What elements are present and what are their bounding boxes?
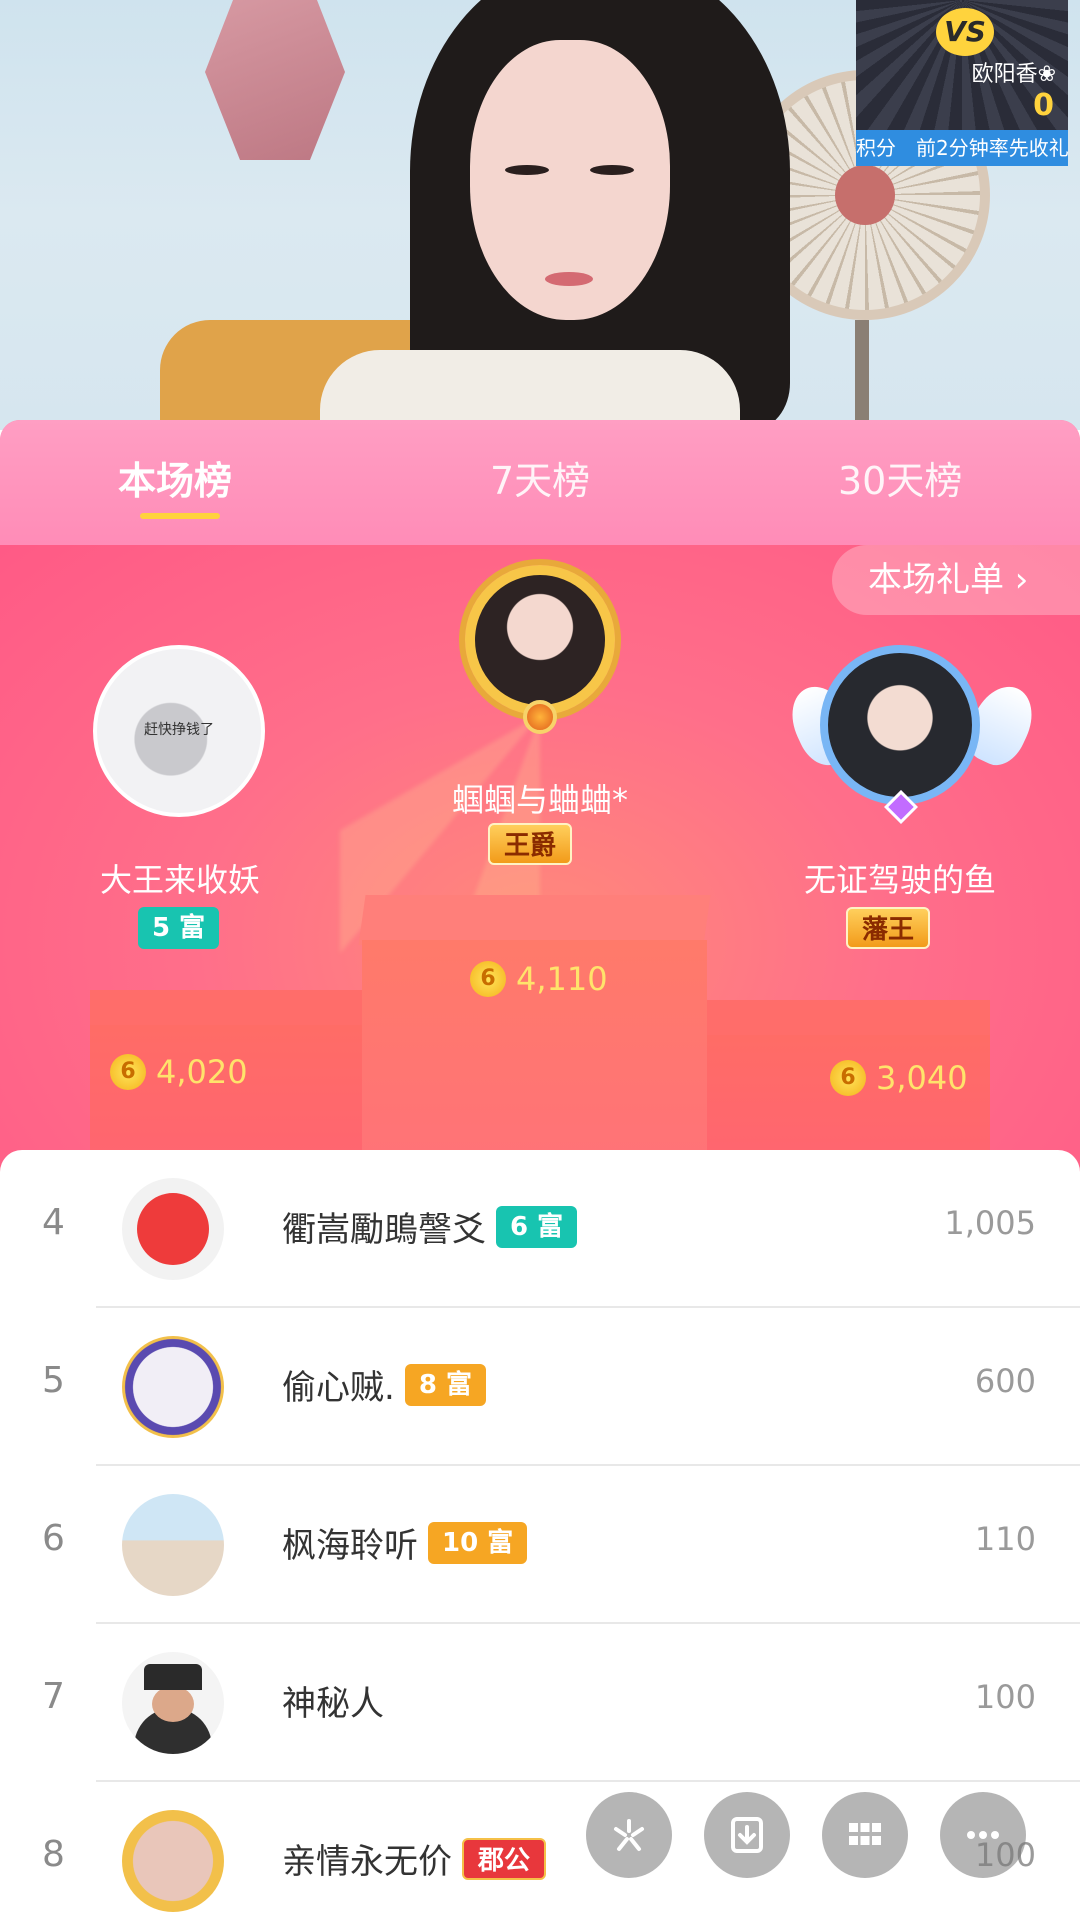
list-value: 1,005 xyxy=(944,1204,1036,1242)
more-icon xyxy=(967,1831,999,1839)
tab-30-days[interactable]: 30天榜 xyxy=(838,450,962,505)
streamer-lips xyxy=(545,272,593,286)
list-rank: 6 xyxy=(42,1518,65,1559)
third-place-name: 无证驾驶的鱼 xyxy=(803,861,996,899)
list-value: 600 xyxy=(974,1362,1036,1400)
second-place-score-value: 4,020 xyxy=(156,1053,248,1091)
second-place-wealth-badge: 5 富 xyxy=(138,907,220,949)
second-place-score: 6 4,020 xyxy=(110,1053,248,1091)
second-place-name: 大王来收妖 xyxy=(99,861,260,899)
list-item[interactable]: 5 偷心贼. 8 富 600 xyxy=(0,1308,1080,1466)
podium-3-top xyxy=(705,1000,990,1040)
list-item[interactable]: 7 神秘人 100 xyxy=(0,1624,1080,1782)
avatar[interactable] xyxy=(122,1494,224,1596)
list-user: 枫海聆听 10 富 xyxy=(282,1518,528,1567)
ranking-list[interactable]: 4 衢嵩勵鴡謦爻 6 富 1,005 5 偷心贼. 8 富 600 6 枫海聆听… xyxy=(0,1150,1080,1920)
fan-center xyxy=(835,165,895,225)
streamer-eye-right xyxy=(590,165,634,175)
fan-pole xyxy=(855,320,869,430)
list-user: 亲情永无价 郡公 xyxy=(282,1834,547,1883)
first-place-score: 6 4,110 xyxy=(470,960,608,998)
avatar-hat xyxy=(144,1664,202,1690)
list-user: 衢嵩勵鴡謦爻 6 富 xyxy=(282,1202,578,1251)
streamer-shirt xyxy=(320,350,740,430)
vs-ticker: 积分 前2分钟率先收礼 xyxy=(856,130,1068,166)
third-place-score: 6 3,040 xyxy=(830,1059,968,1097)
avatar-caption: 赶快挣钱了 xyxy=(144,722,214,738)
list-username: 神秘人 xyxy=(282,1684,384,1724)
wealth-badge: 6 富 xyxy=(496,1205,578,1248)
vs-ticker-text: 积分 前2分钟率先收礼 xyxy=(856,136,1068,160)
avatar-face xyxy=(137,1193,209,1265)
list-item[interactable]: 4 衢嵩勵鴡謦爻 6 富 1,005 xyxy=(0,1150,1080,1308)
avatar[interactable] xyxy=(122,1810,224,1912)
apps-button[interactable] xyxy=(822,1792,908,1878)
vs-battle-panel[interactable]: VS 欧阳香❀ 0 积分 前2分钟率先收礼 xyxy=(856,0,1068,166)
list-username: 衢嵩勵鴡謦爻 xyxy=(282,1210,486,1250)
wall-decoration xyxy=(205,0,345,160)
tab-7-days[interactable]: 7天榜 xyxy=(490,450,590,505)
list-value: 100 xyxy=(974,1678,1036,1716)
gift-list-button[interactable]: 本场礼单 › xyxy=(832,545,1080,615)
first-place-rank-badge: 王爵 xyxy=(488,823,573,865)
download-icon xyxy=(731,1817,763,1853)
avatar-third-place[interactable] xyxy=(820,645,980,805)
vs-badge: VS xyxy=(936,8,994,56)
list-user: 偷心贼. 8 富 xyxy=(282,1360,486,1409)
wealth-badge: 8 富 xyxy=(404,1363,486,1406)
avatar-head xyxy=(152,1686,194,1722)
share-button[interactable] xyxy=(586,1792,672,1878)
list-rank: 8 xyxy=(42,1834,65,1875)
avatar-first-place[interactable] xyxy=(465,565,615,715)
opponent-score: 0 xyxy=(1033,88,1054,123)
avatar[interactable] xyxy=(122,1336,224,1438)
grid-icon xyxy=(849,1823,881,1845)
download-button[interactable] xyxy=(704,1792,790,1878)
podium-2-top xyxy=(90,990,365,1030)
more-button[interactable] xyxy=(940,1792,1026,1878)
coin-icon: 6 xyxy=(830,1060,866,1096)
ranking-tabs: 本场榜 7天榜 30天榜 xyxy=(0,420,1080,545)
first-place-score-value: 4,110 xyxy=(516,960,608,998)
mystery-user-avatar[interactable] xyxy=(122,1652,224,1754)
first-place-name: 蝈蝈与蛐蛐* xyxy=(451,781,628,819)
active-tab-indicator xyxy=(140,513,220,519)
share-icon xyxy=(614,1819,644,1851)
list-username: 枫海聆听 xyxy=(282,1526,418,1566)
list-item[interactable]: 6 枫海聆听 10 富 110 xyxy=(0,1466,1080,1624)
crown-gem-icon xyxy=(523,700,557,734)
list-rank: 4 xyxy=(42,1202,65,1243)
third-place-score-value: 3,040 xyxy=(876,1059,968,1097)
coin-icon: 6 xyxy=(470,961,506,997)
list-username: 亲情永无价 xyxy=(282,1842,452,1882)
list-user: 神秘人 xyxy=(282,1676,384,1725)
list-username: 偷心贼. xyxy=(282,1368,395,1408)
avatar[interactable] xyxy=(122,1178,224,1280)
live-video-feed: VS 欧阳香❀ 0 积分 前2分钟率先收礼 xyxy=(0,0,1080,430)
wealth-badge: 10 富 xyxy=(428,1521,528,1564)
opponent-name: 欧阳香❀ xyxy=(971,62,1056,87)
tab-current-session[interactable]: 本场榜 xyxy=(118,450,232,505)
noble-badge: 郡公 xyxy=(462,1837,547,1880)
list-rank: 5 xyxy=(42,1360,65,1401)
podium-1-top xyxy=(358,895,711,945)
list-rank: 7 xyxy=(42,1676,65,1717)
coin-icon: 6 xyxy=(110,1054,146,1090)
list-item[interactable]: 8 亲情永无价 郡公 100 xyxy=(0,1782,1080,1920)
avatar-second-place[interactable]: 赶快挣钱了 xyxy=(93,645,265,817)
list-value: 110 xyxy=(974,1520,1036,1558)
streamer-eye-left xyxy=(505,165,549,175)
third-place-rank-badge: 藩王 xyxy=(846,907,931,949)
